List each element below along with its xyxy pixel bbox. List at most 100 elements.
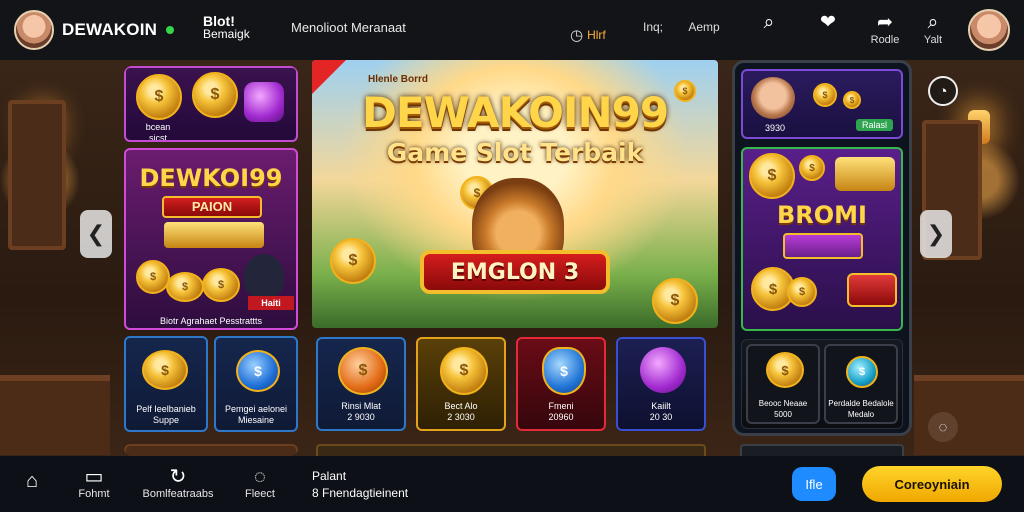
banner-subtitle: Game Slot Terbaik — [386, 138, 644, 167]
coin-icon: $ — [652, 278, 698, 324]
chat-icon: ◌ — [254, 466, 266, 488]
currency-action[interactable]: ◷ Hlrf — [570, 18, 624, 52]
potion-icon: $ — [236, 350, 280, 392]
phone-card-2-line2: Medalo — [847, 410, 875, 419]
prev-arrow[interactable]: ❮ — [80, 210, 112, 258]
top-card-label: bcean sicst — [126, 122, 190, 142]
search-button[interactable]: ⌕ — [755, 12, 783, 46]
phone-bonus-card[interactable]: $ $ BROMI $ $ — [741, 147, 903, 331]
game-card-2-line2: 2 3030 — [447, 412, 475, 422]
phone-card-1[interactable]: $ Beooc Neaae 5000 — [746, 344, 820, 424]
promo-badge: PAION — [162, 196, 262, 218]
game-card-2-label: Bect Alo 2 3030 — [418, 401, 504, 423]
phone-card-1-label: Beooc Neaae 5000 — [748, 398, 818, 420]
sub-brand-caption: Bemaigk — [203, 27, 250, 41]
top-bar: DEWAKOIN Blot! Bemaigk Menolioot Meranaa… — [0, 0, 1024, 60]
coin-icon: $ — [192, 72, 238, 118]
banner-title: DEWAKOIN99 — [361, 88, 669, 137]
phone-card-1-line1: Beooc Neaae — [758, 399, 808, 408]
coin-icon: $ — [166, 272, 204, 302]
game-card-2[interactable]: $ Bect Alo 2 3030 — [416, 337, 506, 431]
left-card-partial — [124, 444, 298, 456]
left-card-2[interactable]: $ Pemgei aelonei Miesaine — [214, 336, 298, 432]
left-card-2-line2: Miesaine — [237, 415, 275, 425]
treasure-chest-icon — [164, 222, 264, 248]
info-action[interactable]: Inq; — [638, 20, 668, 54]
gear-icon: ◌ — [938, 418, 948, 436]
table-left — [0, 375, 110, 455]
coin-icon: $ — [674, 80, 696, 102]
top-promo-card[interactable]: $ $ bcean sicst — [124, 66, 298, 142]
banner-tag: Hlenle Borrd — [368, 74, 429, 85]
currency-icon: ◷ — [570, 27, 584, 44]
game-card-3[interactable]: $ Fmeni 20960 — [516, 337, 606, 431]
search-label: Yalt — [923, 34, 943, 46]
table-right — [914, 375, 1024, 455]
file-button[interactable]: Ifle — [792, 467, 836, 501]
main-banner[interactable]: Hlenle Borrd DEWAKOIN99 Game Slot Terbai… — [312, 60, 718, 328]
phone-top-card[interactable]: $ $ 3930 Ralasl — [741, 69, 903, 139]
game-card-4[interactable]: Kaiilt 20 30 — [616, 337, 706, 431]
left-card-1[interactable]: $ Pelf Ieelbanieb Suppe — [124, 336, 208, 432]
coin-icon: $ — [787, 277, 817, 307]
top-card-label-2: sicst — [149, 133, 167, 142]
heart-button[interactable]: ❤ — [814, 12, 842, 46]
phone-tag-2: Ralasl — [855, 119, 893, 131]
coin-icon: $ — [202, 268, 240, 302]
phone-tag-1: 3930 — [764, 123, 786, 133]
coin-icon: $ — [330, 238, 376, 284]
chevron-right-icon: ❯ — [926, 221, 946, 246]
left-card-1-line2: Suppe — [152, 415, 180, 425]
shield-icon: $ — [542, 347, 586, 395]
game-card-1-label: Rinsi Mlat 2 9030 — [318, 401, 404, 423]
nav-folder[interactable]: ▭ Fohmt — [72, 466, 116, 500]
nav-chat-label: Fleect — [245, 488, 275, 500]
orb-icon: $ — [846, 356, 878, 388]
game-card-4-line1: Kaiilt — [651, 401, 671, 411]
gift-icon — [244, 82, 284, 122]
phone-card-1-line2: 5000 — [774, 410, 792, 419]
game-card-1-line2: 2 9030 — [347, 412, 375, 422]
banner-emblem: EMGLON 3 — [420, 250, 610, 294]
left-card-1-label: Pelf Ieelbanieb Suppe — [126, 404, 206, 426]
brand-avatar — [14, 10, 54, 50]
phone-card-2[interactable]: $ Perdalde Bedalole Medalo — [824, 344, 898, 424]
game-card-1[interactable]: $ Rinsi Mlat 2 9030 — [316, 337, 406, 431]
ticket-icon — [783, 233, 863, 259]
search-icon: ⌕ — [927, 12, 939, 33]
sub-brand: Blot! Bemaigk — [203, 14, 250, 41]
nav-home[interactable]: ⌂ — [18, 470, 46, 492]
brand-name: DEWAKOIN — [62, 20, 158, 39]
promo-card[interactable]: DEWKOI99 PAION $ $ $ Haiti Biotr Agrahae… — [124, 148, 298, 330]
phone-card-2-line1: Perdalde Bedalole — [828, 399, 894, 408]
nav-link[interactable]: Menolioot Meranaat — [291, 20, 406, 35]
game-card-3-label: Fmeni 20960 — [518, 401, 604, 423]
left-column: $ $ bcean sicst DEWKOI99 PAION $ $ $ Hai… — [124, 66, 298, 456]
gold-bar-icon — [835, 157, 895, 191]
search-button-2[interactable]: ⌕ Yalt — [918, 12, 948, 46]
cta-button[interactable]: Coreoyniain — [862, 466, 1002, 502]
game-card-4-label: Kaiilt 20 30 — [618, 401, 704, 423]
nav-folder-label: Fohmt — [78, 488, 110, 500]
coin-icon: $ — [843, 91, 861, 109]
history-button[interactable]: ◔ — [928, 76, 958, 106]
brand[interactable]: DEWAKOIN — [14, 10, 175, 50]
bottom-info: Palant 8 Fnendagtieinent — [312, 468, 408, 502]
user-avatar[interactable] — [968, 9, 1010, 51]
nav-chat[interactable]: ◌ Fleect — [240, 466, 280, 500]
app-action[interactable]: Aemp — [684, 20, 724, 54]
chest-icon — [847, 273, 897, 307]
heart-icon: ❤ — [820, 12, 836, 33]
left-card-2-label: Pemgei aelonei Miesaine — [216, 404, 296, 426]
bottom-text-2: 8 Fnendagtieinent — [312, 486, 409, 500]
game-card-4-line2: 20 30 — [649, 412, 673, 422]
coin-icon: $ — [142, 350, 188, 390]
settings-button[interactable]: ◌ — [928, 412, 958, 442]
coin-icon: $ — [766, 352, 804, 388]
bear-icon — [244, 254, 284, 298]
folder-icon: ▭ — [84, 466, 104, 488]
mascot-avatar — [751, 77, 795, 119]
share-button[interactable]: ➦ Rodle — [868, 12, 902, 46]
next-arrow[interactable]: ❯ — [920, 210, 952, 258]
nav-refresh[interactable]: ↻ Bomlfeatraabs — [140, 466, 216, 500]
